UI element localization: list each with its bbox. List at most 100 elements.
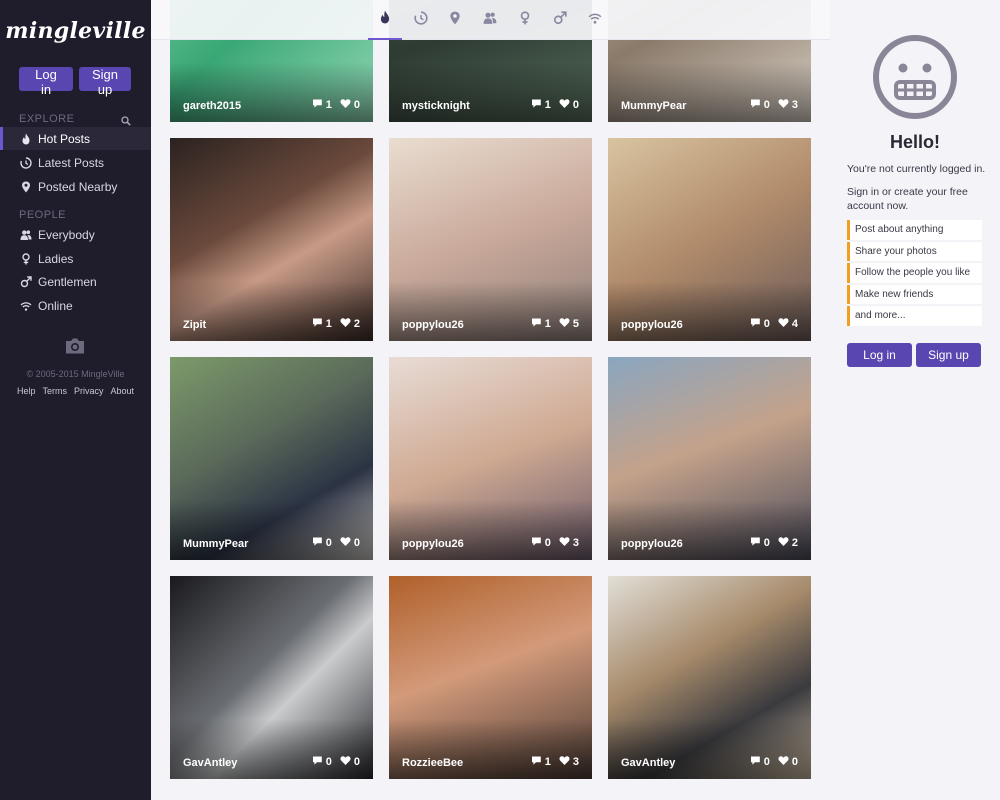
post-stats: 02 bbox=[750, 536, 798, 550]
like-count[interactable]: 3 bbox=[559, 755, 579, 769]
like-count[interactable]: 2 bbox=[340, 317, 360, 331]
feature-list: Post about anything Share your photos Fo… bbox=[847, 220, 982, 328]
tab-gentlemen[interactable] bbox=[543, 0, 577, 40]
like-count[interactable]: 2 bbox=[778, 536, 798, 550]
post-username[interactable]: Zipit bbox=[183, 319, 206, 331]
male-icon bbox=[553, 10, 567, 30]
wifi-icon bbox=[20, 300, 32, 312]
post-card[interactable]: poppylou26 0 2 bbox=[608, 357, 811, 560]
sidebar-item-everybody[interactable]: Everybody bbox=[0, 223, 151, 246]
comment-count-value: 0 bbox=[763, 99, 770, 111]
copyright: © 2005-2015 MingleVille bbox=[26, 369, 125, 379]
signup-button[interactable]: Sign up bbox=[79, 67, 131, 97]
login-button[interactable]: Log in bbox=[19, 67, 73, 97]
tab-hot[interactable] bbox=[368, 0, 402, 40]
like-count-value: 0 bbox=[572, 99, 579, 111]
tab-ladies[interactable] bbox=[508, 0, 542, 40]
sidebar-item-gentlemen[interactable]: Gentlemen bbox=[0, 270, 151, 293]
comment-count[interactable]: 0 bbox=[750, 755, 770, 769]
post-username[interactable]: poppylou26 bbox=[402, 538, 464, 550]
comment-count[interactable]: 1 bbox=[531, 98, 551, 112]
comment-icon bbox=[312, 536, 323, 550]
post-stats: 04 bbox=[750, 317, 798, 331]
like-count-value: 2 bbox=[353, 318, 360, 330]
post-username[interactable]: poppylou26 bbox=[402, 319, 464, 331]
like-count[interactable]: 0 bbox=[340, 536, 360, 550]
comment-icon bbox=[531, 536, 542, 550]
post-card[interactable]: poppylou26 0 3 bbox=[389, 357, 592, 560]
photo-shade bbox=[389, 62, 592, 122]
comment-count[interactable]: 1 bbox=[312, 98, 332, 112]
comment-icon bbox=[312, 755, 323, 769]
post-username[interactable]: poppylou26 bbox=[621, 538, 683, 550]
post-username[interactable]: GavAntley bbox=[621, 757, 675, 769]
people-icon bbox=[20, 229, 32, 241]
post-card[interactable]: Zipit 1 2 bbox=[170, 138, 373, 341]
post-username[interactable]: MummyPear bbox=[183, 538, 248, 550]
tab-everybody[interactable] bbox=[473, 0, 507, 40]
about-link[interactable]: About bbox=[111, 386, 135, 396]
post-username[interactable]: poppylou26 bbox=[621, 319, 683, 331]
photo-shade bbox=[608, 62, 811, 122]
post-username[interactable]: gareth2015 bbox=[183, 100, 241, 112]
sidebar-item-posted-nearby[interactable]: Posted Nearby bbox=[0, 175, 151, 198]
sidebar-item-ladies[interactable]: Ladies bbox=[0, 247, 151, 270]
comment-count[interactable]: 0 bbox=[750, 98, 770, 112]
like-count[interactable]: 0 bbox=[340, 98, 360, 112]
comment-icon bbox=[750, 755, 761, 769]
not-logged-in-text: You're not currently logged in. bbox=[847, 163, 986, 175]
tab-latest[interactable] bbox=[404, 0, 438, 40]
male-icon bbox=[20, 275, 32, 288]
like-count[interactable]: 3 bbox=[559, 536, 579, 550]
sidebar-item-label: Online bbox=[38, 298, 73, 313]
sidebar-item-online[interactable]: Online bbox=[0, 294, 151, 317]
comment-count-value: 0 bbox=[544, 537, 551, 549]
post-card[interactable]: poppylou26 1 5 bbox=[389, 138, 592, 341]
comment-count[interactable]: 0 bbox=[531, 536, 551, 550]
wifi-icon bbox=[588, 11, 602, 30]
privacy-link[interactable]: Privacy bbox=[74, 386, 104, 396]
tab-online[interactable] bbox=[578, 0, 612, 40]
comment-count[interactable]: 1 bbox=[531, 317, 551, 331]
comment-count[interactable]: 1 bbox=[312, 317, 332, 331]
like-count[interactable]: 0 bbox=[778, 755, 798, 769]
like-count[interactable]: 4 bbox=[778, 317, 798, 331]
comment-count[interactable]: 0 bbox=[750, 317, 770, 331]
post-card[interactable]: MummyPear 0 0 bbox=[170, 357, 373, 560]
heart-icon bbox=[340, 536, 351, 550]
app-logo[interactable]: mingleville bbox=[0, 18, 151, 44]
post-card[interactable]: poppylou26 0 4 bbox=[608, 138, 811, 341]
like-count[interactable]: 3 bbox=[778, 98, 798, 112]
post-card[interactable]: GavAntley 0 0 bbox=[608, 576, 811, 779]
post-username[interactable]: mysticknight bbox=[402, 100, 470, 112]
comment-count[interactable]: 0 bbox=[750, 536, 770, 550]
comment-count-value: 1 bbox=[544, 756, 551, 768]
tab-nearby[interactable] bbox=[438, 0, 472, 40]
comment-count-value: 0 bbox=[325, 756, 332, 768]
heart-icon bbox=[559, 98, 570, 112]
help-link[interactable]: Help bbox=[17, 386, 36, 396]
panel-login-button[interactable]: Log in bbox=[847, 343, 912, 367]
comment-count-value: 1 bbox=[325, 99, 332, 111]
like-count[interactable]: 0 bbox=[340, 755, 360, 769]
panel-signup-button[interactable]: Sign up bbox=[916, 343, 981, 367]
like-count-value: 4 bbox=[791, 318, 798, 330]
post-username[interactable]: GavAntley bbox=[183, 757, 237, 769]
post-stats: 12 bbox=[312, 317, 360, 331]
post-card[interactable]: RozzieeBee 1 3 bbox=[389, 576, 592, 779]
post-username[interactable]: RozzieeBee bbox=[402, 757, 463, 769]
post-card[interactable]: GavAntley 0 0 bbox=[170, 576, 373, 779]
terms-link[interactable]: Terms bbox=[42, 386, 67, 396]
sidebar-item-latest-posts[interactable]: Latest Posts bbox=[0, 151, 151, 174]
like-count-value: 0 bbox=[353, 99, 360, 111]
comment-count[interactable]: 1 bbox=[531, 755, 551, 769]
like-count[interactable]: 0 bbox=[559, 98, 579, 112]
comment-count[interactable]: 0 bbox=[312, 536, 332, 550]
sidebar-item-label: Hot Posts bbox=[38, 131, 91, 146]
sidebar-item-hot-posts[interactable]: Hot Posts bbox=[0, 127, 151, 150]
like-count[interactable]: 5 bbox=[559, 317, 579, 331]
panel-auth: Log in Sign up bbox=[847, 343, 981, 367]
heart-icon bbox=[559, 755, 570, 769]
post-username[interactable]: MummyPear bbox=[621, 100, 686, 112]
comment-count[interactable]: 0 bbox=[312, 755, 332, 769]
